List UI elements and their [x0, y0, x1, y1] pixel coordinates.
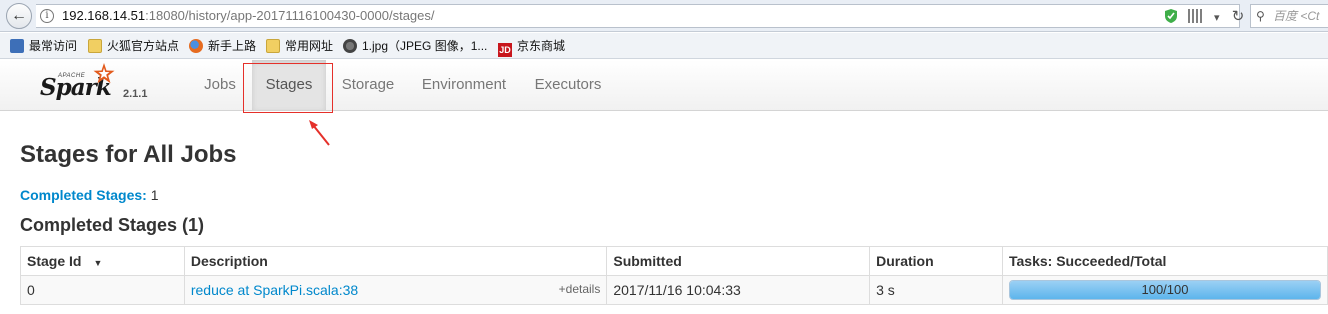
url-text: 192.168.14.51:18080/history/app-20171116… — [62, 5, 435, 27]
column-header-tasks[interactable]: Tasks: Succeeded/Total — [1001, 246, 1328, 276]
completed-stages-count: 1 — [150, 187, 159, 203]
browser-toolbar: ← i 192.168.14.51:18080/history/app-2017… — [0, 0, 1328, 32]
duration-cell: 3 s — [869, 275, 1003, 305]
column-header-stage-id[interactable]: Stage Id ▼ — [20, 246, 185, 276]
tasks-progress-bar: 100/100 — [1008, 280, 1321, 300]
search-icon: ⚲ — [1256, 9, 1265, 23]
tasks-cell: 100/100 — [1001, 275, 1328, 305]
folder-icon — [266, 39, 280, 53]
info-icon[interactable]: i — [40, 9, 54, 23]
reload-icon[interactable]: ↻ — [1226, 6, 1250, 26]
bookmark-label: 新手上路 — [208, 39, 257, 53]
tab-jobs[interactable]: Jobs — [196, 60, 244, 110]
bookmark-label: 1.jpg（JPEG 图像，1... — [362, 39, 488, 53]
search-placeholder: 百度 <Ct — [1273, 9, 1320, 23]
url-path: :18080/history/app-20171116100430-0000/s… — [145, 8, 435, 23]
tasks-progress-text: 100/100 — [1141, 282, 1189, 297]
tab-storage[interactable]: Storage — [334, 60, 402, 110]
page-title: Stages for All Jobs — [20, 141, 237, 168]
completed-stages-table: Stage Id ▼ Description Submitted Duration… — [20, 246, 1328, 305]
details-toggle[interactable]: +details — [559, 282, 601, 296]
column-label: Stage Id — [27, 253, 82, 269]
dropdown-icon[interactable]: ▾ — [1214, 7, 1220, 29]
stage-description-link[interactable]: reduce at SparkPi.scala:38 — [191, 282, 358, 298]
firefox-icon — [189, 39, 203, 53]
back-arrow-icon[interactable]: ← — [6, 3, 32, 29]
submitted-cell: 2017/11/16 10:04:33 — [606, 275, 871, 305]
jd-icon: JD — [498, 43, 512, 57]
shield-icon[interactable] — [1164, 8, 1178, 24]
recent-icon — [10, 39, 24, 53]
column-header-duration[interactable]: Duration — [869, 246, 1003, 276]
bookmark-label: 京东商城 — [517, 39, 566, 53]
bookmark-item[interactable]: 火狐官方站点 — [88, 37, 179, 55]
annotation-arrow-icon — [309, 120, 330, 146]
bookmark-item[interactable]: 常用网址 — [266, 37, 333, 55]
table-header-row: Stage Id ▼ Description Submitted Duration… — [20, 246, 1328, 276]
column-header-description[interactable]: Description — [183, 246, 608, 276]
bookmark-item[interactable]: 新手上路 — [189, 37, 256, 55]
sort-down-icon[interactable]: ▼ — [93, 258, 102, 268]
spark-version: 2.1.1 — [123, 88, 148, 100]
table-row: 0 reduce at SparkPi.scala:38 +details 20… — [20, 275, 1328, 305]
qr-code-icon[interactable] — [1188, 9, 1202, 23]
spark-logo[interactable]: APACHE Spark 2.1.1 — [40, 60, 150, 110]
globe-icon — [343, 39, 357, 53]
folder-icon — [88, 39, 102, 53]
bookmark-item[interactable]: 1.jpg（JPEG 图像，1... — [343, 37, 487, 55]
spark-navbar: APACHE Spark 2.1.1 Jobs Stages Storage E… — [0, 60, 1328, 111]
stage-summary: Completed Stages: 1 — [20, 187, 159, 203]
bookmarks-bar: 最常访问 火狐官方站点 新手上路 常用网址 1.jpg（JPEG 图像，1...… — [0, 33, 1328, 59]
bookmark-label: 最常访问 — [29, 39, 78, 53]
column-header-submitted[interactable]: Submitted — [606, 246, 871, 276]
section-title: Completed Stages (1) — [20, 215, 205, 235]
bookmark-label: 火狐官方站点 — [107, 39, 180, 53]
completed-stages-link[interactable]: Completed Stages: — [20, 187, 147, 203]
address-bar[interactable]: i 192.168.14.51:18080/history/app-201711… — [36, 4, 1244, 29]
bookmark-item[interactable]: JD 京东商城 — [498, 37, 566, 57]
stage-id-cell: 0 — [20, 275, 185, 305]
annotation-highlight-box — [243, 63, 333, 113]
tab-executors[interactable]: Executors — [526, 60, 610, 110]
bookmark-item[interactable]: 最常访问 — [10, 37, 77, 55]
tab-environment[interactable]: Environment — [414, 60, 514, 110]
url-host: 192.168.14.51 — [62, 8, 146, 23]
bookmark-label: 常用网址 — [285, 39, 334, 53]
description-cell: reduce at SparkPi.scala:38 +details — [183, 275, 608, 305]
search-input[interactable]: ⚲ 百度 <Ct — [1250, 4, 1328, 28]
spark-star-icon — [93, 63, 115, 84]
